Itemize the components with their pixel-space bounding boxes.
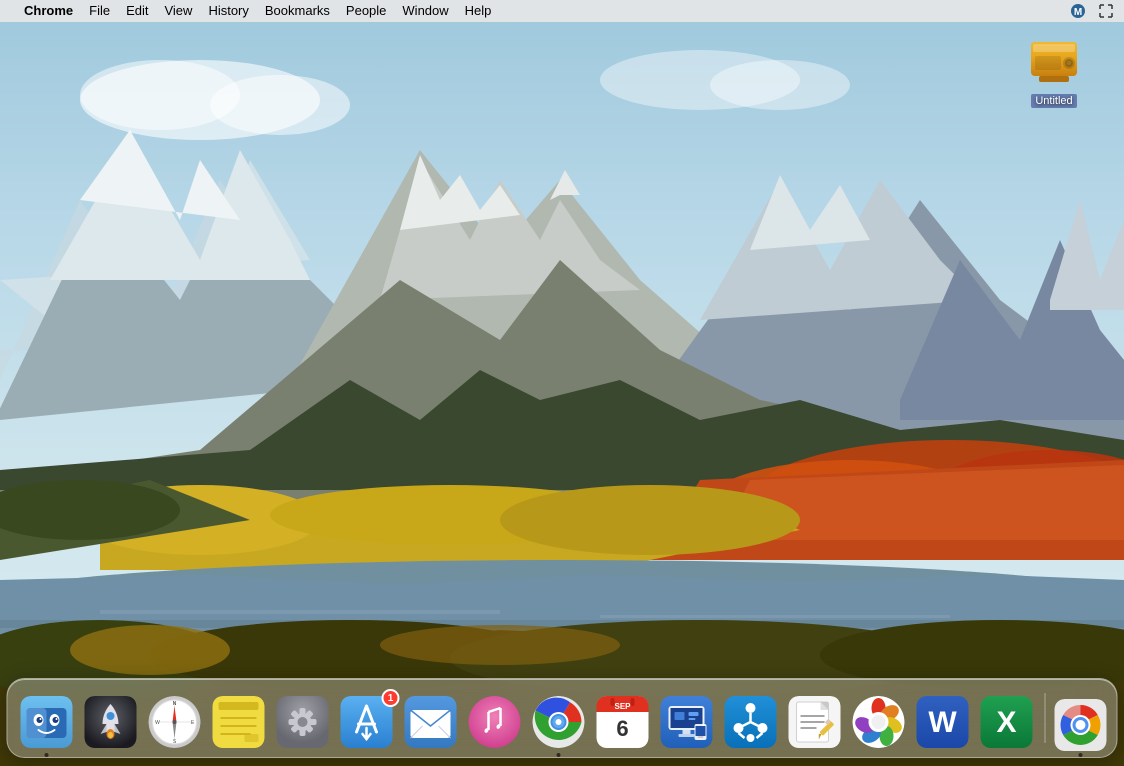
dock-word[interactable]: W [914,693,972,751]
dock-itunes[interactable] [466,693,524,751]
menu-help[interactable]: Help [457,0,500,22]
menu-window[interactable]: Window [394,0,456,22]
dock-sourcetree[interactable] [722,693,780,751]
svg-text:W: W [155,720,160,726]
dock-system-preferences[interactable] [274,693,332,751]
svg-text:W: W [928,706,957,739]
dock-finder[interactable] [18,693,76,751]
hard-drive-image [1025,32,1083,90]
dock-remote-desktop[interactable] [658,693,716,751]
dock-safari[interactable]: N S W E [146,693,204,751]
menubar-right: M [1068,1,1116,21]
menu-people[interactable]: People [338,0,394,22]
dock-app-store[interactable]: 1 [338,693,396,751]
menu-history[interactable]: History [200,0,256,22]
hard-drive-icon[interactable]: Untitled [1014,32,1094,108]
finder-dot [45,753,49,757]
dock-separator [1045,693,1046,743]
dock-excel[interactable]: X [978,693,1036,751]
menu-view[interactable]: View [156,0,200,22]
dock-chrome[interactable] [530,693,588,751]
menu-chrome[interactable]: Chrome [16,0,81,22]
dock-mail[interactable] [402,693,460,751]
chrome-dot [557,753,561,757]
dock-photos[interactable] [850,693,908,751]
menu-file[interactable]: File [81,0,118,22]
menu-edit[interactable]: Edit [118,0,156,22]
hard-drive-label: Untitled [1031,94,1076,108]
appstore-badge: 1 [382,689,400,707]
wallpaper-svg [0,0,1124,766]
dock-textedit[interactable] [786,693,844,751]
menu-bookmarks[interactable]: Bookmarks [257,0,338,22]
dock: N S W E [7,678,1118,758]
resize-icon[interactable] [1096,1,1116,21]
dock-calendar[interactable]: 6 SEP [594,693,652,751]
dock-chrome-2[interactable] [1055,699,1107,751]
svg-text:SEP: SEP [614,702,631,711]
dock-stickies[interactable] [210,693,268,751]
dock-launchpad[interactable] [82,693,140,751]
svg-text:N: N [173,701,177,707]
chrome2-dot [1079,753,1083,757]
malwarebytes-icon[interactable]: M [1068,1,1088,21]
menubar: Chrome File Edit View History Bookmarks … [0,0,1124,22]
svg-text:X: X [996,706,1016,739]
svg-text:6: 6 [616,716,628,741]
svg-text:M: M [1074,7,1082,18]
desktop: Chrome File Edit View History Bookmarks … [0,0,1124,766]
